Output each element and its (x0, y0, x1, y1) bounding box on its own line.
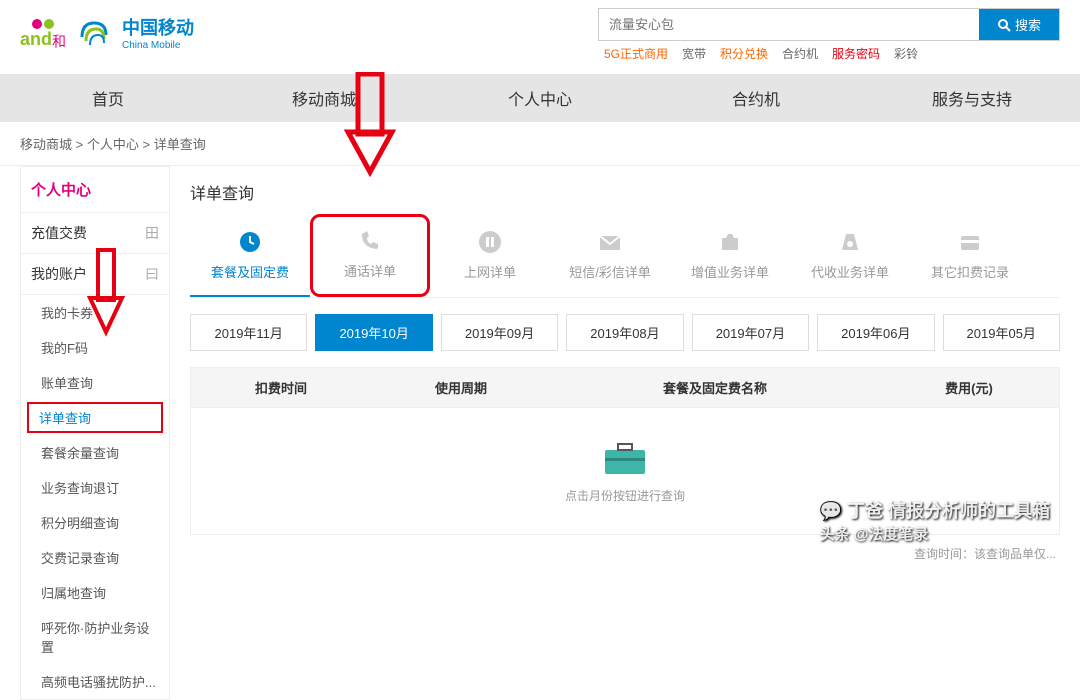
expand-icon: 田 (145, 223, 159, 243)
tab-bar: 套餐及固定费通话详单上网详单短信/彩信详单增值业务详单代收业务详单其它扣费记录 (190, 218, 1060, 298)
sidebar-item[interactable]: 账单查询 (21, 365, 169, 400)
breadcrumb-item: 详单查询 (154, 137, 206, 152)
search-box: 搜索 (598, 8, 1060, 41)
quick-link[interactable]: 彩铃 (894, 45, 918, 62)
tab-label: 短信/彩信详单 (554, 262, 666, 281)
logo-china-mobile (76, 17, 112, 53)
month-button[interactable]: 2019年08月 (566, 314, 683, 351)
briefcase-icon (600, 438, 650, 478)
quick-link[interactable]: 5G正式商用 (604, 45, 668, 62)
table-header: 扣费时间 使用周期 套餐及固定费名称 费用(元) (190, 367, 1060, 408)
clock-icon (236, 228, 264, 256)
tab-label: 套餐及固定费 (194, 262, 306, 281)
pause-icon (476, 228, 504, 256)
sidebar-item[interactable]: 高频电话骚扰防护... (21, 664, 169, 699)
moneybag-icon (836, 228, 864, 256)
sidebar-item[interactable]: 积分明细查询 (21, 505, 169, 540)
sidebar-item[interactable]: 我的卡券 (21, 295, 169, 330)
tab-phone[interactable]: 通话详单 (310, 214, 430, 297)
sidebar-item[interactable]: 详单查询 (27, 402, 163, 433)
sidebar-item[interactable]: 归属地查询 (21, 575, 169, 610)
sidebar-item[interactable]: 我的F码 (21, 330, 169, 365)
breadcrumb-item[interactable]: 移动商城 (20, 137, 72, 152)
watermark: 💬 丁爸 情报分析师的工具箱 头条 @法度笔录 (820, 497, 1050, 544)
sidebar-item[interactable]: 呼死你·防护业务设置 (21, 610, 169, 664)
sidebar: 个人中心 充值交费田 我的账户曰 我的卡券我的F码账单查询详单查询套餐余量查询业… (20, 166, 170, 700)
quick-link[interactable]: 服务密码 (832, 45, 880, 62)
month-button[interactable]: 2019年05月 (943, 314, 1060, 351)
th-time: 扣费时间 (191, 378, 371, 397)
tab-pause[interactable]: 上网详单 (430, 218, 550, 297)
month-button[interactable]: 2019年11月 (190, 314, 307, 351)
month-button[interactable]: 2019年10月 (315, 314, 432, 351)
nav-support[interactable]: 服务与支持 (864, 74, 1080, 122)
logo-and: and和 (20, 19, 66, 52)
sidebar-title: 个人中心 (21, 167, 169, 213)
tab-clock[interactable]: 套餐及固定费 (190, 218, 310, 297)
quick-link[interactable]: 合约机 (782, 45, 818, 62)
th-name: 套餐及固定费名称 (551, 378, 879, 397)
nav-bar: 首页 移动商城 个人中心 合约机 服务与支持 (0, 74, 1080, 122)
tab-card[interactable]: 其它扣费记录 (910, 218, 1030, 297)
sidebar-group-recharge[interactable]: 充值交费田 (21, 213, 169, 254)
sidebar-item[interactable]: 套餐余量查询 (21, 435, 169, 470)
search-button[interactable]: 搜索 (979, 9, 1059, 40)
tab-label: 其它扣费记录 (914, 262, 1026, 281)
sidebar-group-account[interactable]: 我的账户曰 (21, 254, 169, 295)
month-bar: 2019年11月2019年10月2019年09月2019年08月2019年07月… (190, 314, 1060, 351)
card-icon (956, 228, 984, 256)
tab-label: 代收业务详单 (794, 262, 906, 281)
page-title: 详单查询 (190, 166, 1060, 218)
logo-text: 中国移动 China Mobile (122, 18, 194, 52)
mail-icon (596, 228, 624, 256)
sidebar-item[interactable]: 交费记录查询 (21, 540, 169, 575)
month-button[interactable]: 2019年06月 (817, 314, 934, 351)
tab-label: 通话详单 (317, 261, 423, 280)
nav-personal[interactable]: 个人中心 (432, 74, 648, 122)
sidebar-item[interactable]: 业务查询退订 (21, 470, 169, 505)
phone-icon (356, 227, 384, 255)
tab-mail[interactable]: 短信/彩信详单 (550, 218, 670, 297)
th-fee: 费用(元) (879, 378, 1059, 397)
bag-icon (716, 228, 744, 256)
nav-home[interactable]: 首页 (0, 74, 216, 122)
tab-moneybag[interactable]: 代收业务详单 (790, 218, 910, 297)
quick-links: 5G正式商用 宽带 积分兑换 合约机 服务密码 彩铃 (598, 45, 1060, 62)
th-period: 使用周期 (371, 378, 551, 397)
breadcrumb: 移动商城 > 个人中心 > 详单查询 (0, 122, 1080, 166)
quick-link[interactable]: 积分兑换 (720, 45, 768, 62)
tab-label: 上网详单 (434, 262, 546, 281)
nav-contract[interactable]: 合约机 (648, 74, 864, 122)
collapse-icon: 曰 (145, 264, 159, 284)
tab-label: 增值业务详单 (674, 262, 786, 281)
tab-bag[interactable]: 增值业务详单 (670, 218, 790, 297)
breadcrumb-item[interactable]: 个人中心 (87, 137, 139, 152)
month-button[interactable]: 2019年09月 (441, 314, 558, 351)
search-icon (997, 18, 1011, 32)
month-button[interactable]: 2019年07月 (692, 314, 809, 351)
quick-link[interactable]: 宽带 (682, 45, 706, 62)
nav-mall[interactable]: 移动商城 (216, 74, 432, 122)
search-input[interactable] (599, 9, 979, 40)
